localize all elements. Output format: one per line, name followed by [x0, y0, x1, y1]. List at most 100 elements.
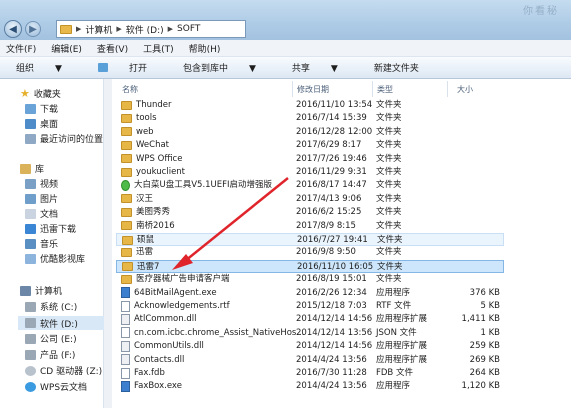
menu-help[interactable]: 帮助(H) [189, 42, 221, 55]
menu-view[interactable]: 查看(V) [97, 42, 128, 55]
file-type: 文件夹 [376, 220, 402, 231]
file-row[interactable]: Acknowledgements.rtf 2015/12/18 7:03 RTF 文… [116, 300, 504, 313]
file-row[interactable]: 硕鼠 2016/7/27 19:41 文件夹 [116, 233, 504, 246]
back-button[interactable]: ◀ [4, 20, 22, 38]
command-bar: 组织 ▼ 打开 包含到库中 ▼ 共享 ▼ 新建文件夹 [0, 57, 571, 79]
organize-button[interactable]: 组织 ▼ [16, 61, 80, 74]
file-row[interactable]: WPS Office 2017/7/26 19:46 文件夹 [116, 153, 504, 166]
file-row[interactable]: Thunder 2016/11/10 13:54 文件夹 [116, 99, 504, 112]
forward-button[interactable]: ▶ [25, 21, 41, 37]
file-row[interactable]: AtlCommon.dll 2014/12/14 14:56 应用程序扩展 1,411… [116, 313, 504, 326]
nav-drive-d[interactable]: 软件 (D:) [18, 316, 104, 330]
nav-drive-c[interactable]: 系统 (C:) [25, 300, 77, 313]
breadcrumb-computer[interactable]: 计算机 [85, 23, 112, 36]
breadcrumb-drive[interactable]: 软件 (D:) [126, 23, 164, 36]
nav-wps-cloud[interactable]: WPS云文档 [25, 380, 87, 393]
file-row[interactable]: 迅雷 2016/9/8 9:50 文件夹 [116, 246, 504, 259]
file-type: 文件夹 [376, 207, 402, 218]
file-row[interactable]: 迅雷7 2016/11/10 16:05 文件夹 [116, 259, 504, 273]
file-name: 硕鼠 [137, 235, 155, 245]
file-row[interactable]: Fax.fdb 2016/7/30 11:28 FDB 文件 264 KB [116, 367, 504, 380]
file-type: 文件夹 [376, 140, 402, 151]
nav-item-youku[interactable]: 优酷影视库 [25, 252, 85, 265]
menu-tools[interactable]: 工具(T) [143, 42, 174, 55]
menu-file[interactable]: 文件(F) [6, 42, 36, 55]
file-row[interactable]: 南桥2016 2017/8/9 8:15 文件夹 [116, 220, 504, 233]
open-icon [97, 63, 108, 72]
file-name: Contacts.dll [134, 354, 185, 365]
nav-item-label: 迅雷下载 [40, 225, 77, 235]
file-row[interactable]: cn.com.icbc.chrome_Assist_NativeHos... 20… [116, 327, 504, 340]
column-header-size[interactable]: 大小 [457, 81, 473, 97]
nav-item-label: WPS云文档 [40, 383, 88, 393]
nav-drive-f[interactable]: 产品 (F:) [25, 348, 75, 361]
nav-item-pictures[interactable]: 图片 [25, 192, 58, 205]
nav-computer[interactable]: 计算机 [20, 284, 62, 297]
folder-icon [121, 194, 132, 204]
chevron-right-icon: ▶ [76, 25, 82, 33]
forward-arrow-icon: ▶ [29, 23, 37, 35]
cloud-icon [25, 381, 36, 392]
column-header-type[interactable]: 类型 [377, 81, 393, 97]
nav-item-thunder-downloads[interactable]: 迅雷下载 [25, 222, 76, 235]
exe-icon [121, 287, 130, 299]
nav-item-downloads[interactable]: 下载 [25, 102, 58, 115]
file-name-cell: 美图秀秀 [121, 206, 170, 218]
file-row[interactable]: Contacts.dll 2014/4/24 13:56 应用程序扩展 269 KB [116, 354, 504, 367]
column-divider[interactable] [372, 81, 373, 97]
file-row[interactable]: 医疗器械广告申请客户端 2016/8/19 15:01 文件夹 [116, 273, 504, 286]
column-divider[interactable] [447, 81, 448, 97]
menu-edit[interactable]: 编辑(E) [51, 42, 82, 55]
file-name: 医疗器械广告申请客户端 [136, 274, 230, 285]
file-name-cell: FaxBox.exe [121, 380, 182, 392]
breadcrumb-folder[interactable]: SOFT [177, 24, 200, 34]
navigation-pane: ★ 收藏夹 下载 桌面 最近访问的位置 库 视频 图片 文档 迅雷下载 音乐 优酷… [0, 79, 104, 408]
column-header-name[interactable]: 名称 [122, 81, 138, 97]
include-in-library-button[interactable]: 包含到库中 ▼ [183, 61, 274, 74]
file-name: WPS Office [136, 153, 183, 164]
file-row[interactable]: CommonUtils.dll 2014/12/14 14:56 应用程序扩展 259… [116, 340, 504, 353]
star-icon: ★ [20, 87, 30, 100]
nav-item-documents[interactable]: 文档 [25, 207, 58, 220]
address-bar[interactable]: ▶ 计算机 ▶ 软件 (D:) ▶ SOFT [56, 20, 246, 38]
file-row[interactable]: 汉王 2017/4/13 9:06 文件夹 [116, 193, 504, 206]
nav-scrollbar[interactable] [104, 79, 112, 408]
nav-item-label: 视频 [40, 180, 59, 190]
file-date: 2016/11/10 16:05 [297, 261, 374, 272]
nav-item-music[interactable]: 音乐 [25, 237, 58, 250]
file-row[interactable]: FaxBox.exe 2014/4/24 13:56 应用程序 1,120 KB [116, 380, 504, 393]
nav-item-label: 系统 (C:) [40, 303, 78, 313]
file-row[interactable]: youkuclient 2016/11/29 9:31 文件夹 [116, 166, 504, 179]
file-row[interactable]: WeChat 2017/6/29 8:17 文件夹 [116, 139, 504, 152]
file-row[interactable]: 大白菜U盘工具V5.1UEFI启动增强版 2016/8/17 14:47 文件夹 [116, 179, 504, 192]
nav-item-label: 下载 [40, 105, 59, 115]
file-name: 美图秀秀 [136, 207, 171, 218]
file-date: 2016/2/26 12:34 [296, 287, 367, 298]
nav-item-recent[interactable]: 最近访问的位置 [25, 132, 103, 145]
nav-item-videos[interactable]: 视频 [25, 177, 58, 190]
file-name-cell: WeChat [121, 139, 169, 151]
file-row[interactable]: web 2016/12/28 12:00 文件夹 [116, 126, 504, 139]
column-divider[interactable] [292, 81, 293, 97]
nav-libraries-label: 库 [35, 165, 45, 175]
back-arrow-icon: ◀ [9, 23, 17, 35]
file-type: 应用程序 [376, 287, 411, 298]
share-button[interactable]: 共享 ▼ [292, 61, 356, 74]
include-label: 包含到库中 [182, 64, 228, 74]
nav-libraries[interactable]: 库 [20, 162, 44, 175]
file-size: 1 KB [480, 327, 500, 338]
file-row[interactable]: 美图秀秀 2016/6/2 15:25 文件夹 [116, 206, 504, 219]
file-list: 名称 修改日期 类型 大小 Thunder 2016/11/10 13:54 文件夹… [112, 79, 571, 408]
file-row[interactable]: 64BitMailAgent.exe 2016/2/26 12:34 应用程序 376… [116, 287, 504, 300]
file-row[interactable]: tools 2016/7/14 15:39 文件夹 [116, 112, 504, 125]
nav-favorites[interactable]: ★ 收藏夹 [20, 87, 61, 100]
new-folder-button[interactable]: 新建文件夹 [374, 61, 419, 74]
column-header-date[interactable]: 修改日期 [297, 81, 329, 97]
file-name-cell: 64BitMailAgent.exe [121, 287, 217, 299]
file-name-cell: Fax.fdb [121, 367, 165, 379]
nav-drive-e[interactable]: 公司 (E:) [25, 332, 77, 345]
nav-item-desktop[interactable]: 桌面 [25, 117, 58, 130]
nav-drive-z[interactable]: CD 驱动器 (Z:) [25, 364, 102, 377]
open-button[interactable]: 打开 [97, 61, 165, 74]
video-icon [25, 178, 36, 189]
